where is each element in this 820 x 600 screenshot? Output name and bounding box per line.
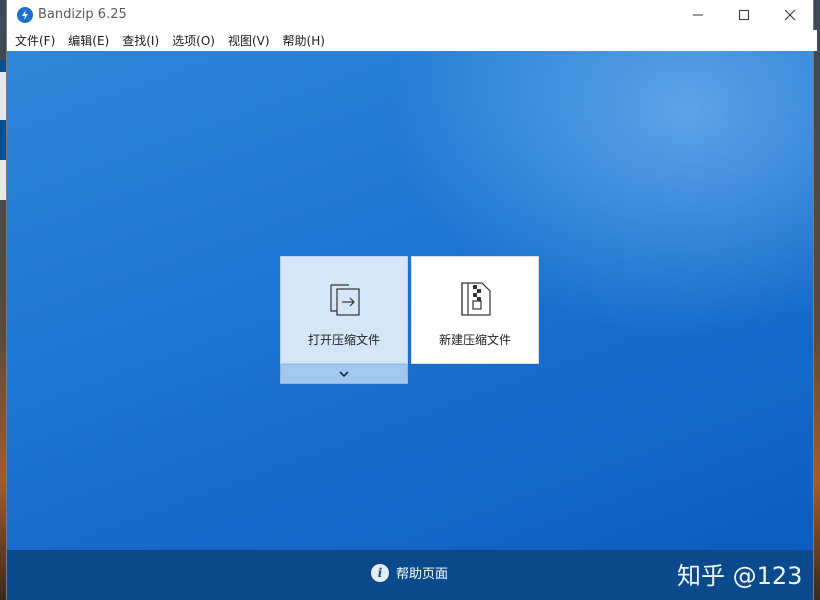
menu-edit[interactable]: 编辑(E): [64, 30, 113, 51]
new-archive-icon: [461, 282, 491, 316]
new-archive-button[interactable]: 新建压缩文件: [411, 256, 539, 364]
help-page-label: 帮助页面: [396, 567, 449, 582]
footer-bar: i 帮助页面 知乎 @123: [7, 550, 813, 600]
maximize-icon: [739, 10, 749, 20]
new-archive-label: 新建压缩文件: [438, 333, 511, 347]
menu-help[interactable]: 帮助(H): [279, 30, 329, 51]
close-button[interactable]: [767, 0, 813, 30]
minimize-button[interactable]: [675, 0, 721, 30]
maximize-button[interactable]: [721, 0, 767, 30]
title-bar[interactable]: Bandizip 6.25: [7, 0, 813, 30]
app-window: Bandizip 6.25 文件(F) 编辑(E) 查找(I) 选项(O) 视图…: [7, 0, 817, 600]
help-page-link[interactable]: i 帮助页面: [371, 563, 448, 582]
menu-view[interactable]: 视图(V): [224, 30, 274, 51]
menu-bar: 文件(F) 编辑(E) 查找(I) 选项(O) 视图(V) 帮助(H): [7, 30, 817, 51]
close-icon: [784, 9, 796, 21]
info-icon: i: [371, 563, 389, 582]
bandizip-logo-icon: [17, 7, 33, 23]
open-archive-button[interactable]: 打开压缩文件: [280, 256, 408, 364]
watermark-text: 知乎 @123: [677, 562, 803, 590]
main-content: 打开压缩文件 新建压缩文件: [7, 51, 813, 550]
window-title: Bandizip 6.25: [38, 7, 127, 22]
menu-find[interactable]: 查找(I): [118, 30, 163, 51]
minimize-icon: [693, 14, 703, 16]
open-archive-icon: [330, 284, 360, 316]
menu-file[interactable]: 文件(F): [11, 30, 59, 51]
open-archive-dropdown[interactable]: [280, 364, 408, 384]
chevron-down-icon: [339, 371, 349, 378]
open-archive-label: 打开压缩文件: [307, 333, 380, 347]
menu-options[interactable]: 选项(O): [168, 30, 219, 51]
